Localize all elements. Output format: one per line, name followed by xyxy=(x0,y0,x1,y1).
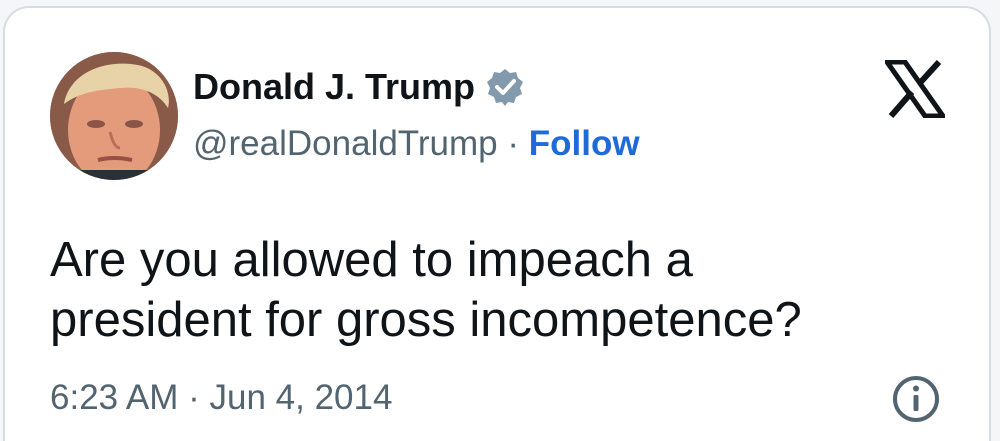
handle-row: @realDonaldTrump · Follow xyxy=(193,124,640,164)
verified-badge-icon xyxy=(487,69,524,106)
x-logo-icon[interactable] xyxy=(885,60,945,118)
tweet-card: Donald J. Trump @realDonaldTrump · Follo… xyxy=(3,6,991,441)
tweet-text-line: Are you allowed to impeach a xyxy=(50,233,693,287)
info-icon[interactable] xyxy=(891,374,941,424)
handle-separator: · xyxy=(507,124,520,163)
author-name[interactable]: Donald J. Trump xyxy=(193,66,475,108)
author-avatar[interactable] xyxy=(50,52,178,180)
author-name-row[interactable]: Donald J. Trump xyxy=(193,66,525,108)
tweet-timestamp[interactable]: 6:23 AM · Jun 4, 2014 xyxy=(50,378,392,418)
follow-button[interactable]: Follow xyxy=(529,124,640,163)
tweet-text: Are you allowed to impeach a president f… xyxy=(50,230,950,350)
author-handle[interactable]: @realDonaldTrump xyxy=(193,124,498,163)
avatar-portrait-icon xyxy=(50,52,178,180)
tweet-text-line: president for gross incompetence? xyxy=(50,293,802,347)
